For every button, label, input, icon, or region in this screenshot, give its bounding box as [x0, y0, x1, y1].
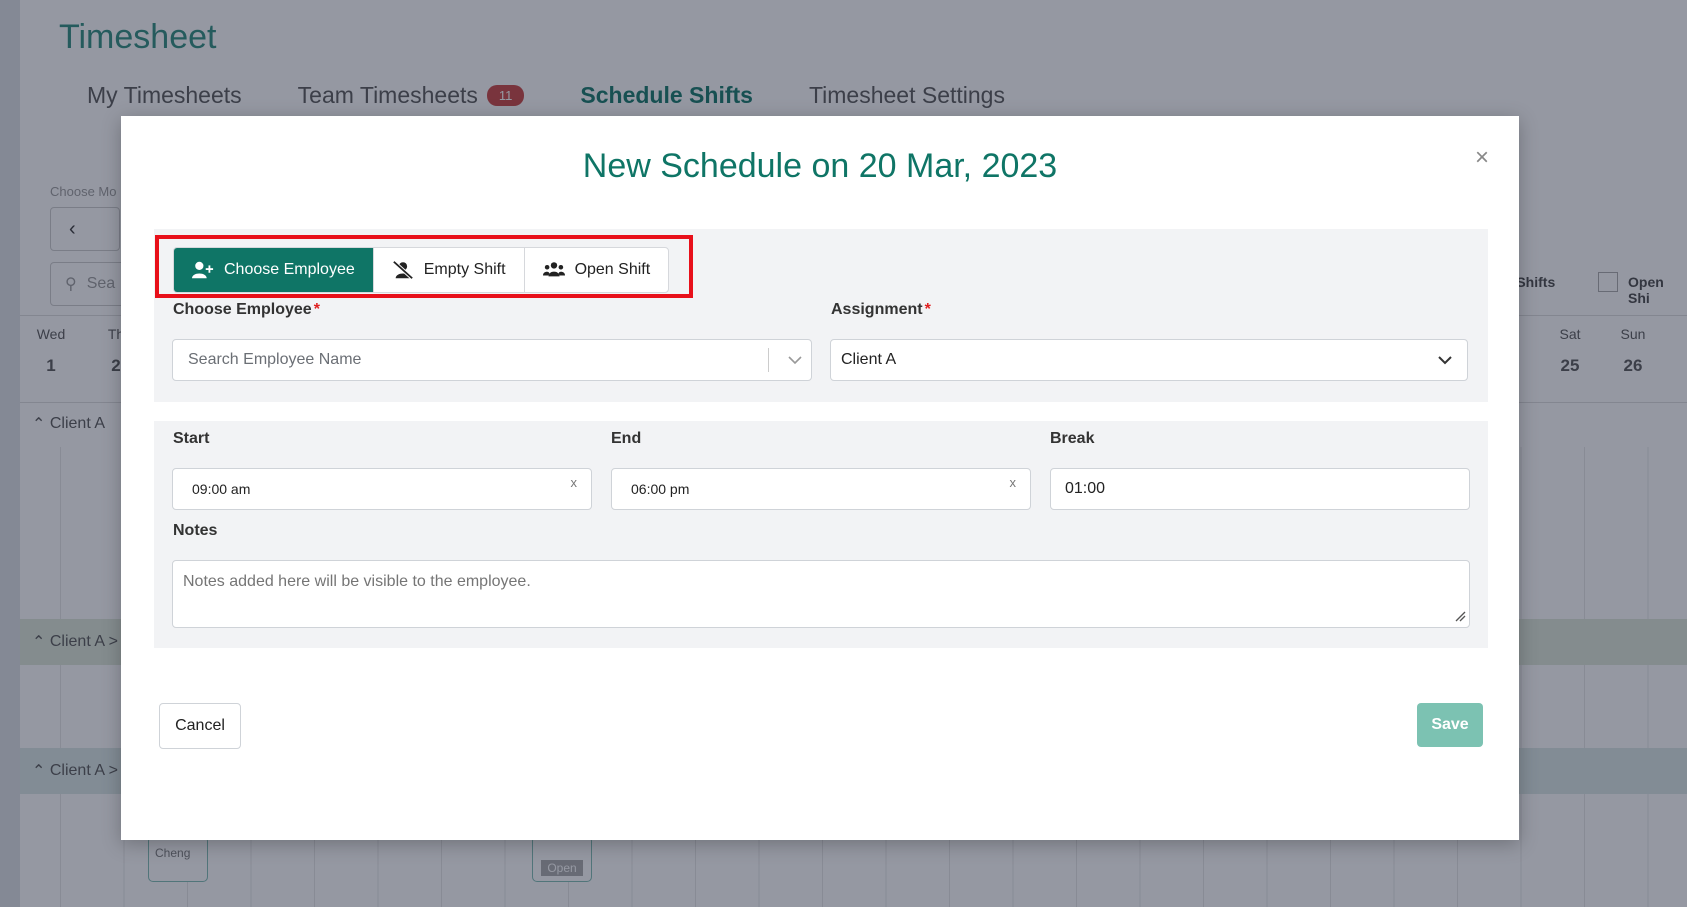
break-value: 01:00: [1065, 480, 1106, 497]
notes-textarea[interactable]: [172, 560, 1470, 628]
clear-end-button[interactable]: x: [1010, 475, 1017, 490]
close-icon[interactable]: ×: [1475, 144, 1489, 172]
choose-employee-button[interactable]: Choose Employee: [174, 248, 374, 292]
modal-title: New Schedule on 20 Mar, 2023: [582, 147, 1058, 185]
empty-shift-button[interactable]: Empty Shift: [374, 248, 525, 292]
shift-type-toggle: Choose Employee Empty Shift Open Shift: [173, 247, 670, 293]
chevron-down-icon[interactable]: [779, 355, 811, 365]
new-schedule-modal: New Schedule on 20 Mar, 2023 × Choose Em…: [121, 116, 1519, 840]
end-label: End: [611, 430, 642, 447]
notes-label: Notes: [173, 522, 218, 539]
required-asterisk: *: [313, 301, 320, 318]
assignment-select[interactable]: Client A: [830, 339, 1468, 381]
button-label: Empty Shift: [423, 261, 506, 278]
cancel-button[interactable]: Cancel: [159, 703, 241, 749]
clear-start-button[interactable]: x: [571, 475, 578, 490]
open-shift-button[interactable]: Open Shift: [525, 248, 669, 292]
user-slash-icon: [392, 260, 414, 280]
choose-employee-label: Choose Employee *: [173, 301, 320, 318]
break-input[interactable]: 01:00: [1050, 468, 1470, 510]
required-asterisk: *: [924, 301, 931, 318]
start-time-value: 09:00 am: [192, 481, 251, 497]
button-label: Open Shift: [574, 261, 651, 278]
assignment-label: Assignment *: [831, 301, 931, 318]
end-time-value: 06:00 pm: [631, 481, 690, 497]
user-plus-icon: [192, 261, 214, 279]
employee-search-input[interactable]: [186, 350, 758, 370]
end-time-input[interactable]: 06:00 pm x: [611, 468, 1031, 510]
assignment-value: Client A: [841, 351, 897, 368]
start-label: Start: [173, 430, 210, 447]
button-label: Choose Employee: [224, 261, 355, 278]
resize-handle-icon[interactable]: [1454, 610, 1466, 622]
start-time-input[interactable]: 09:00 am x: [172, 468, 592, 510]
employee-search-select[interactable]: [172, 339, 812, 381]
chevron-down-icon: [1423, 355, 1467, 365]
users-icon: [542, 262, 565, 277]
select-divider: [768, 348, 769, 372]
save-button[interactable]: Save: [1417, 703, 1483, 747]
break-label: Break: [1050, 430, 1095, 447]
